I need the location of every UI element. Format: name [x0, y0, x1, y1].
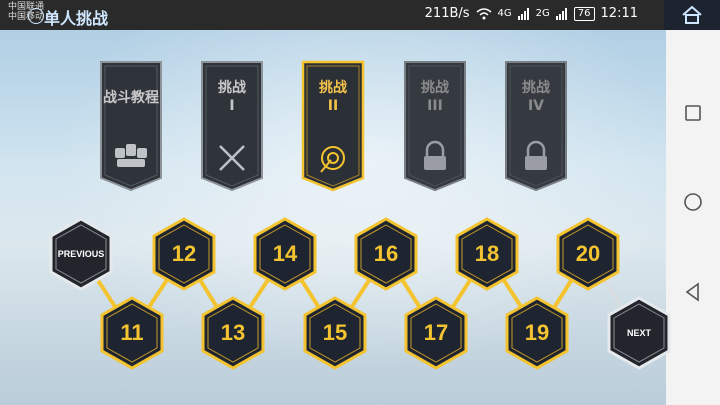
level-18-button[interactable]: 18: [453, 217, 521, 291]
next-label: NEXT: [626, 328, 651, 338]
level-17-button[interactable]: 17: [402, 296, 470, 370]
level-number: 18: [474, 241, 500, 266]
level-number: 15: [322, 320, 348, 345]
level-20-button[interactable]: 20: [554, 217, 622, 291]
level-number: 17: [423, 320, 449, 345]
level-19-button[interactable]: 19: [503, 296, 571, 370]
previous-button[interactable]: PREVIOUS: [47, 217, 115, 291]
level-14-button[interactable]: 14: [251, 217, 319, 291]
level-number: 19: [524, 320, 550, 345]
level-number: 13: [220, 320, 246, 345]
level-11-button[interactable]: 11: [98, 296, 166, 370]
level-13-button[interactable]: 13: [199, 296, 267, 370]
level-number: 20: [575, 241, 601, 266]
next-button[interactable]: NEXT: [605, 296, 673, 370]
level-number: 16: [373, 241, 399, 266]
level-16-button[interactable]: 16: [352, 217, 420, 291]
previous-label: PREVIOUS: [57, 249, 105, 259]
level-number: 14: [272, 241, 298, 266]
level-number: 11: [120, 320, 144, 345]
level-number: 12: [171, 241, 197, 266]
level-15-button[interactable]: 15: [301, 296, 369, 370]
level-12-button[interactable]: 12: [150, 217, 218, 291]
